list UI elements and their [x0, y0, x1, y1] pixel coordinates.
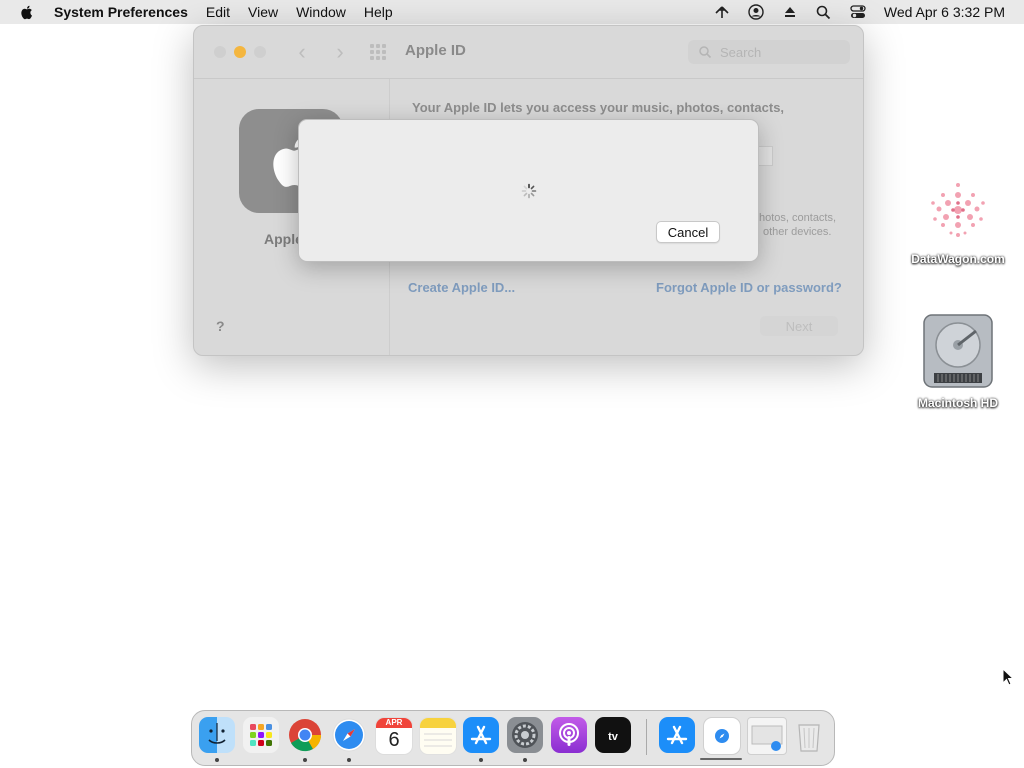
zoom-window-button[interactable] — [254, 46, 266, 58]
show-all-grid-icon[interactable] — [369, 43, 387, 61]
cancel-button[interactable]: Cancel — [656, 221, 720, 243]
mouse-cursor-icon — [1002, 668, 1014, 686]
loading-sheet-dialog: Cancel — [298, 119, 759, 262]
search-input[interactable] — [718, 43, 842, 61]
podcasts-icon[interactable] — [551, 717, 587, 753]
dock-separator — [646, 719, 647, 755]
control-center-icon[interactable] — [850, 4, 866, 20]
create-apple-id-link[interactable]: Create Apple ID... — [408, 280, 515, 295]
forward-arrow-icon[interactable]: › — [328, 41, 352, 63]
close-window-button[interactable] — [214, 46, 226, 58]
info-text-line-2: other devices. — [763, 226, 832, 238]
search-field[interactable] — [688, 40, 850, 64]
minimize-window-button[interactable] — [234, 46, 246, 58]
menu-help[interactable]: Help — [364, 4, 393, 20]
apple-menu-icon[interactable] — [18, 3, 36, 21]
menu-app-name[interactable]: System Preferences — [54, 4, 188, 20]
next-button[interactable]: Next — [760, 316, 838, 336]
menu-bar: System Preferences Edit View Window Help… — [0, 0, 1024, 24]
menu-edit[interactable]: Edit — [206, 4, 230, 20]
back-arrow-icon[interactable]: ‹ — [290, 41, 314, 63]
apple-tv-icon[interactable]: tv — [595, 717, 631, 753]
finder-icon[interactable] — [199, 717, 235, 753]
calendar-month: APR — [376, 718, 412, 728]
app-store-running-indicator — [479, 758, 483, 762]
menu-window[interactable]: Window — [296, 4, 346, 20]
finder-running-indicator — [215, 758, 219, 762]
window-title: Apple ID — [405, 42, 466, 59]
notes-icon[interactable] — [419, 717, 457, 755]
eject-icon[interactable] — [782, 4, 798, 20]
app-store-icon[interactable] — [463, 717, 499, 753]
search-icon — [699, 46, 712, 59]
apple-id-intro-text: Your Apple ID lets you access your music… — [412, 100, 785, 115]
chrome-running-indicator — [303, 758, 307, 762]
svg-text:tv: tv — [608, 731, 619, 743]
spotlight-search-icon[interactable] — [816, 4, 832, 20]
menu-view[interactable]: View — [248, 4, 278, 20]
launchpad-icon[interactable] — [243, 717, 279, 753]
calendar-day: 6 — [388, 729, 400, 751]
system-preferences-running-indicator — [523, 758, 527, 762]
system-preferences-icon[interactable] — [507, 717, 543, 753]
desktop-icon-macintosh-hd[interactable]: Macintosh HD — [903, 311, 1013, 410]
trash-icon[interactable] — [791, 717, 827, 753]
loading-spinner-icon — [521, 183, 537, 199]
document-stack-indicator — [700, 758, 742, 760]
datawagon-file-icon — [931, 183, 985, 237]
safari-running-indicator — [347, 758, 351, 762]
document-stack-icon[interactable] — [703, 717, 741, 755]
dock: APR 6 tv — [191, 710, 835, 766]
user-account-icon[interactable] — [748, 4, 764, 20]
calendar-icon[interactable]: APR 6 — [375, 717, 413, 755]
preview-stack-icon[interactable] — [747, 717, 787, 755]
app-store-downloads-icon[interactable] — [659, 717, 695, 753]
hard-drive-icon — [923, 314, 993, 388]
safari-icon[interactable] — [331, 717, 367, 753]
wifi-status-icon[interactable] — [714, 4, 730, 20]
menu-clock[interactable]: Wed Apr 6 3:32 PM — [884, 4, 1005, 20]
macintosh-hd-label: Macintosh HD — [917, 396, 998, 410]
window-toolbar: ‹ › Apple ID — [194, 26, 863, 79]
datawagon-label: DataWagon.com — [911, 252, 1005, 266]
info-text-line-1: hotos, contacts, — [759, 212, 837, 224]
chrome-icon[interactable] — [287, 717, 323, 753]
desktop-icon-datawagon[interactable]: DataWagon.com — [903, 173, 1013, 266]
forgot-password-link[interactable]: Forgot Apple ID or password? — [656, 280, 842, 295]
help-button[interactable]: ? — [216, 318, 232, 334]
